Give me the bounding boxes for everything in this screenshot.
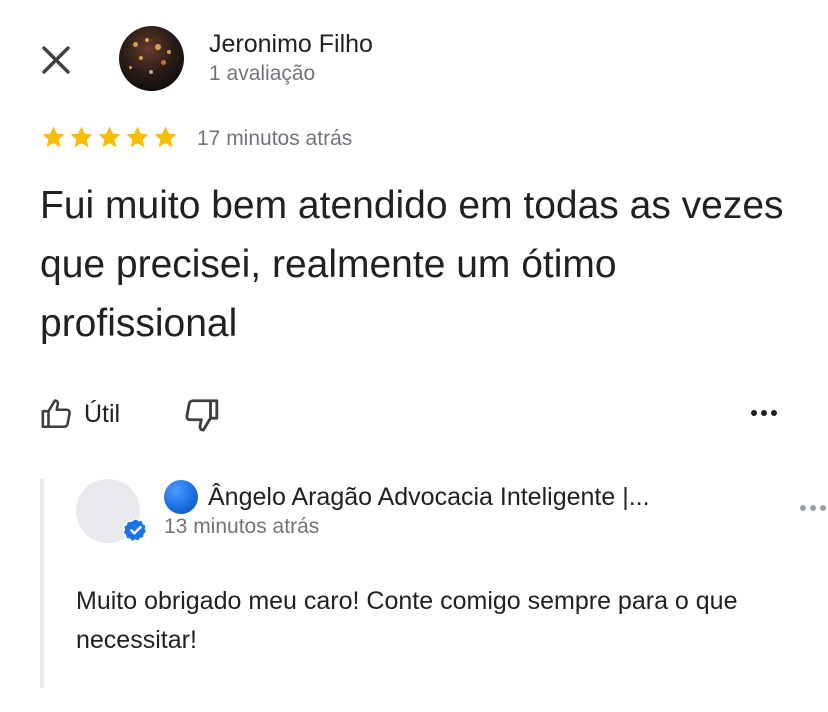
verified-check-icon (123, 517, 148, 543)
useful-label: Útil (84, 399, 121, 428)
reply-time: 13 minutos atrás (164, 515, 320, 538)
more-options-button[interactable] (746, 398, 782, 428)
blue-circle-emoji (164, 480, 198, 514)
owner-name-text: Ângelo Aragão Advocacia Inteligente |... (208, 482, 650, 511)
star-icon (98, 126, 121, 148)
more-horiz-icon (800, 505, 826, 511)
close-icon (42, 46, 70, 74)
review-text: Fui muito bem atendido em todas as vezes… (40, 184, 784, 345)
reply-indent-bar (40, 479, 44, 688)
owner-name[interactable]: Ângelo Aragão Advocacia Inteligente |... (164, 480, 650, 514)
reply-more-options-button[interactable] (798, 500, 828, 524)
star-icon (154, 126, 177, 148)
reviewer-name[interactable]: Jeronimo Filho (209, 30, 373, 59)
close-button[interactable] (36, 40, 76, 80)
reviewer-avatar[interactable] (119, 26, 184, 91)
review-time: 17 minutos atrás (197, 127, 353, 150)
star-icon (70, 126, 93, 148)
thumbs-down-icon (185, 399, 219, 432)
star-icon (42, 126, 65, 148)
reviewer-review-count: 1 avaliação (209, 62, 316, 85)
not-useful-button[interactable] (182, 396, 222, 436)
thumbs-up-icon (41, 399, 71, 429)
useful-button[interactable]: Útil (40, 394, 120, 434)
star-icon (126, 126, 149, 148)
rating-stars (40, 124, 179, 151)
more-horiz-icon (751, 410, 777, 416)
reply-text: Muito obrigado meu caro! Conte comigo se… (76, 587, 738, 654)
